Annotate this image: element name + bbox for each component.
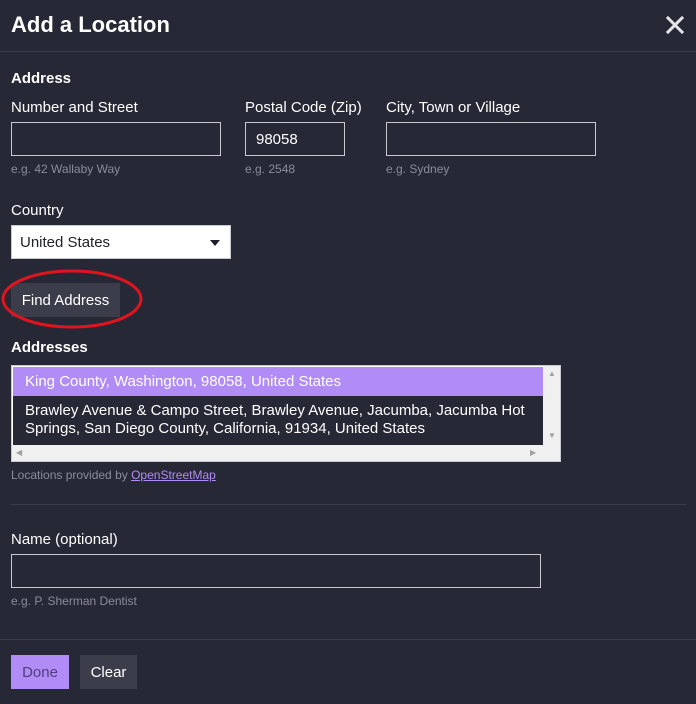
street-input[interactable] (11, 122, 221, 156)
scroll-left-icon[interactable]: ◀ (16, 449, 22, 457)
list-item[interactable]: Brawley Avenue & Campo Street, Brawley A… (13, 396, 543, 445)
scroll-up-icon[interactable]: ▲ (548, 370, 556, 378)
clear-button[interactable]: Clear (80, 655, 137, 689)
scroll-right-icon[interactable]: ▶ (530, 449, 536, 457)
street-hint: e.g. 42 Wallaby Way (11, 162, 121, 176)
city-hint: e.g. Sydney (386, 162, 450, 176)
done-button[interactable]: Done (11, 655, 69, 689)
addresses-list[interactable]: King County, Washington, 98058, United S… (11, 365, 561, 462)
postal-input[interactable] (245, 122, 345, 156)
openstreetmap-link[interactable]: OpenStreetMap (131, 468, 216, 482)
dialog-title: Add a Location (11, 12, 170, 37)
postal-label: Postal Code (Zip) (245, 99, 362, 116)
country-label: Country (11, 202, 64, 219)
country-select[interactable]: United States (11, 225, 231, 259)
street-label: Number and Street (11, 99, 138, 116)
map-credit: Locations provided by OpenStreetMap (11, 468, 216, 482)
list-item[interactable]: King County, Washington, 98058, United S… (13, 367, 543, 396)
name-label: Name (optional) (11, 531, 118, 548)
credit-prefix: Locations provided by (11, 468, 128, 482)
find-address-button[interactable]: Find Address (11, 283, 120, 317)
country-selected-value: United States (20, 234, 111, 251)
address-section-label: Address (11, 70, 72, 87)
name-input[interactable] (11, 554, 541, 588)
dialog-footer: Done Clear (0, 639, 696, 704)
name-hint: e.g. P. Sherman Dentist (11, 594, 137, 608)
vertical-scrollbar[interactable]: ▲ ▼ (543, 366, 560, 445)
chevron-down-icon (210, 240, 220, 246)
postal-hint: e.g. 2548 (245, 162, 296, 176)
addresses-label: Addresses (11, 339, 88, 356)
close-icon[interactable] (666, 14, 684, 36)
scroll-down-icon[interactable]: ▼ (548, 432, 556, 440)
horizontal-scrollbar[interactable]: ◀ ▶ (12, 445, 560, 461)
city-label: City, Town or Village (386, 99, 521, 116)
city-input[interactable] (386, 122, 596, 156)
dialog-header: Add a Location (0, 0, 696, 52)
section-divider (11, 504, 686, 505)
